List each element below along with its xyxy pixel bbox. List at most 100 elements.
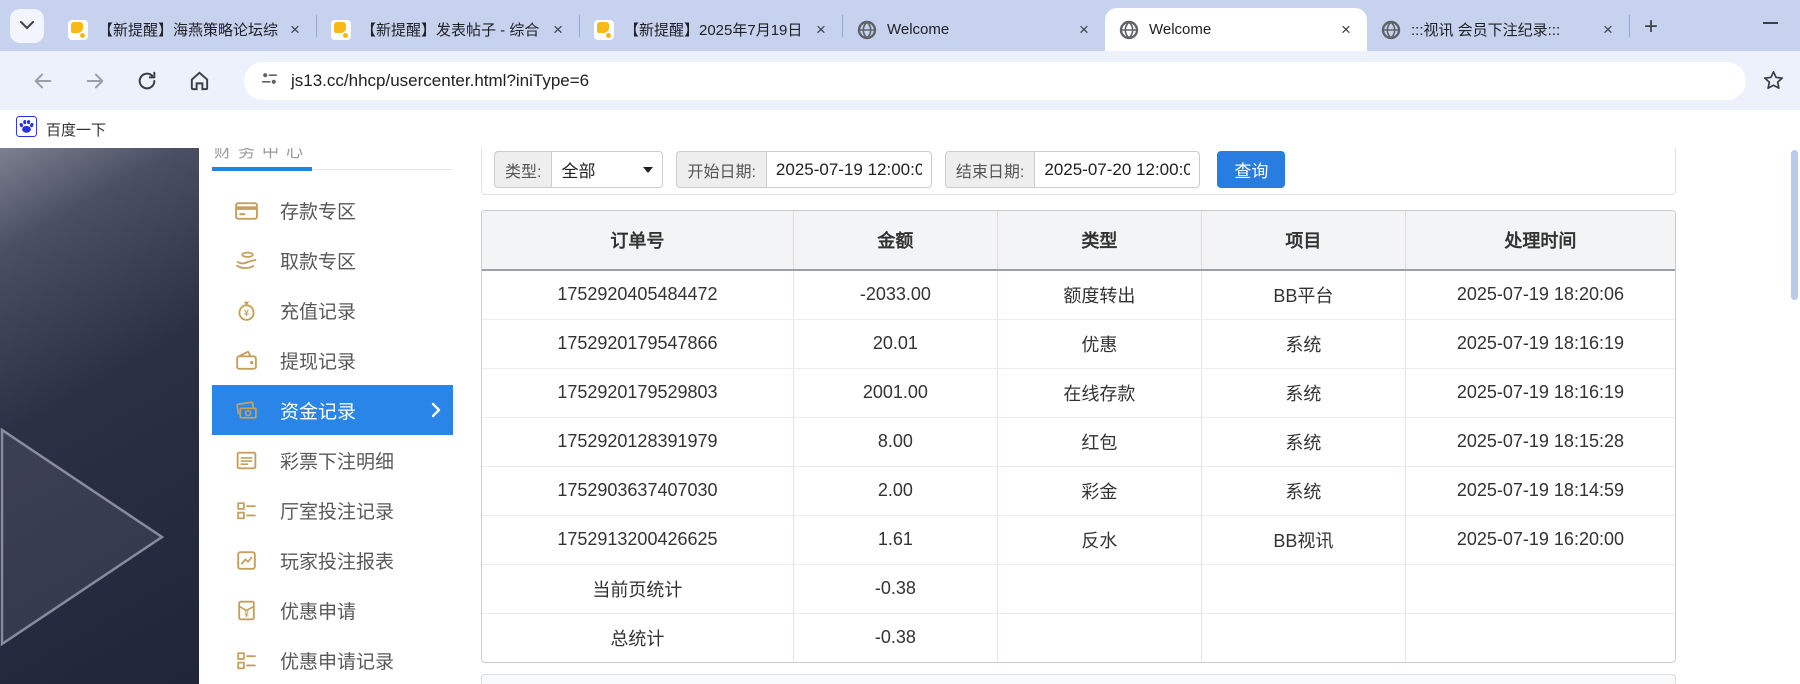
cell-type: 额度转出 bbox=[997, 270, 1201, 319]
table-row: 1752920179529803 2001.00 在线存款 系统 2025-07… bbox=[482, 368, 1675, 417]
close-icon[interactable]: × bbox=[1073, 19, 1095, 41]
svg-text:¥: ¥ bbox=[244, 609, 249, 618]
bookmark-star-icon[interactable] bbox=[1760, 68, 1786, 94]
table-header-row: 订单号 金额 类型 项目 处理时间 bbox=[482, 211, 1675, 270]
cell-time: 2025-07-19 18:16:19 bbox=[1405, 368, 1675, 417]
back-icon[interactable] bbox=[30, 68, 56, 94]
cell-amount: -2033.00 bbox=[793, 270, 997, 319]
cell-time: 2025-07-19 18:16:19 bbox=[1405, 319, 1675, 368]
sidebar-item-lottery-bet-details[interactable]: 彩票下注明细 bbox=[212, 435, 453, 485]
chevron-down-icon bbox=[20, 17, 34, 35]
summary-label: 总统计 bbox=[482, 613, 793, 662]
cell-order-id: 1752920128391979 bbox=[482, 417, 793, 466]
sidebar-item-withdrawal-records[interactable]: 提现记录 bbox=[212, 335, 453, 385]
close-icon[interactable]: × bbox=[1335, 19, 1357, 41]
tab-forum-1[interactable]: 【新提醒】海燕策略论坛综 × bbox=[54, 8, 316, 51]
close-icon[interactable]: × bbox=[1597, 19, 1619, 41]
sidebar-item-label: 资金记录 bbox=[280, 397, 356, 424]
filter-bar: 类型: 全部 开始日期: 结束日期: 查询 bbox=[481, 148, 1676, 195]
globe-icon bbox=[857, 20, 877, 40]
baidu-paw-icon bbox=[16, 116, 37, 142]
funds-table: 订单号 金额 类型 项目 处理时间 1752920405484472 -2033… bbox=[481, 210, 1676, 663]
cell-type: 红包 bbox=[997, 417, 1201, 466]
window-minimize-button[interactable] bbox=[1763, 22, 1778, 24]
tab-forum-2[interactable]: 【新提醒】发表帖子 - 综合 × bbox=[317, 8, 579, 51]
cell-project: BB平台 bbox=[1201, 270, 1405, 319]
user-center-sidebar: 财务中心 存款专区 取款专区 ¥ 充值记录 提现记录 bbox=[199, 148, 455, 684]
cell-time: 2025-07-19 18:15:28 bbox=[1405, 417, 1675, 466]
end-date-input[interactable] bbox=[1034, 151, 1200, 188]
bookmark-baidu[interactable]: 百度一下 bbox=[16, 116, 106, 142]
table-row: 1752920128391979 8.00 红包 系统 2025-07-19 1… bbox=[482, 417, 1675, 466]
triangle-watermark bbox=[0, 426, 175, 651]
cell-order-id: 1752920179547866 bbox=[482, 319, 793, 368]
start-date-input[interactable] bbox=[766, 151, 932, 188]
url-text[interactable]: js13.cc/hhcp/usercenter.html?iniType=6 bbox=[291, 71, 589, 91]
cell-time: 2025-07-19 18:14:59 bbox=[1405, 466, 1675, 515]
page-scrollbar[interactable] bbox=[1791, 150, 1798, 300]
sidebar-item-deposit-zone[interactable]: 存款专区 bbox=[212, 185, 453, 235]
browser-toolbar: js13.cc/hhcp/usercenter.html?iniType=6 bbox=[0, 51, 1800, 110]
sidebar-item-hall-bet-records[interactable]: 厅室投注记录 bbox=[212, 485, 453, 535]
column-header-type: 类型 bbox=[997, 211, 1201, 270]
coupon-icon: ¥ bbox=[234, 598, 259, 623]
address-bar[interactable]: js13.cc/hhcp/usercenter.html?iniType=6 bbox=[244, 62, 1746, 100]
list-squares-icon bbox=[234, 498, 259, 523]
tab-title: Welcome bbox=[1149, 21, 1329, 38]
tab-title: 【新提醒】发表帖子 - 综合 bbox=[361, 19, 541, 40]
document-lines-icon bbox=[234, 448, 259, 473]
sidebar-item-label: 厅室投注记录 bbox=[280, 497, 394, 524]
close-icon[interactable]: × bbox=[284, 19, 306, 41]
tab-divider bbox=[1629, 15, 1630, 37]
cell-order-id: 1752903637407030 bbox=[482, 466, 793, 515]
home-icon[interactable] bbox=[186, 68, 212, 94]
reload-icon[interactable] bbox=[134, 68, 160, 94]
column-header-project: 项目 bbox=[1201, 211, 1405, 270]
close-icon[interactable]: × bbox=[547, 19, 569, 41]
sidebar-item-funds-records[interactable]: 资金记录 bbox=[212, 385, 453, 435]
svg-text:¥: ¥ bbox=[244, 307, 249, 317]
query-button[interactable]: 查询 bbox=[1217, 151, 1285, 188]
forward-icon[interactable] bbox=[82, 68, 108, 94]
tab-title: 【新提醒】2025年7月19日 bbox=[624, 19, 804, 40]
cell-time: 2025-07-19 18:20:06 bbox=[1405, 270, 1675, 319]
tab-welcome-1[interactable]: Welcome × bbox=[843, 8, 1105, 51]
close-icon[interactable]: × bbox=[810, 19, 832, 41]
bookmarks-bar: 百度一下 bbox=[0, 110, 1800, 148]
pagination-box bbox=[481, 674, 1676, 684]
page-content: 财务中心 存款专区 取款专区 ¥ 充值记录 提现记录 bbox=[0, 148, 1800, 684]
cell-order-id: 1752920405484472 bbox=[482, 270, 793, 319]
sidebar-item-label: 玩家投注报表 bbox=[280, 547, 394, 574]
cell-order-id: 1752920179529803 bbox=[482, 368, 793, 417]
chevron-down-icon bbox=[643, 167, 653, 173]
sidebar-item-withdraw-zone[interactable]: 取款专区 bbox=[212, 235, 453, 285]
sidebar-item-label: 充值记录 bbox=[280, 297, 356, 324]
wallet-icon bbox=[234, 348, 259, 373]
globe-icon bbox=[1119, 20, 1139, 40]
sidebar-item-label: 存款专区 bbox=[280, 197, 356, 224]
sidebar-item-recharge-records[interactable]: ¥ 充值记录 bbox=[212, 285, 453, 335]
forum-favicon-icon bbox=[331, 20, 351, 40]
forum-favicon-icon bbox=[594, 20, 614, 40]
sidebar-item-player-bet-report[interactable]: 玩家投注报表 bbox=[212, 535, 453, 585]
table-row: 1752903637407030 2.00 彩金 系统 2025-07-19 1… bbox=[482, 466, 1675, 515]
type-select[interactable]: 全部 bbox=[551, 151, 663, 188]
sidebar-menu: 存款专区 取款专区 ¥ 充值记录 提现记录 资金记录 bbox=[212, 185, 453, 684]
tab-search-button[interactable] bbox=[10, 9, 44, 43]
main-panel: 类型: 全部 开始日期: 结束日期: 查询 订单号 bbox=[455, 148, 1800, 684]
site-info-icon[interactable] bbox=[260, 69, 279, 93]
tab-welcome-2-active[interactable]: Welcome × bbox=[1105, 8, 1367, 51]
table-row: 1752913200426625 1.61 反水 BB视讯 2025-07-19… bbox=[482, 515, 1675, 564]
new-tab-button[interactable]: + bbox=[1644, 17, 1658, 37]
sidebar-item-promo-apply-records[interactable]: 优惠申请记录 bbox=[212, 635, 453, 684]
tab-video-records[interactable]: :::视讯 会员下注纪录::: × bbox=[1367, 8, 1629, 51]
cell-time: 2025-07-19 16:20:00 bbox=[1405, 515, 1675, 564]
sidebar-item-label: 提现记录 bbox=[280, 347, 356, 374]
tab-forum-3[interactable]: 【新提醒】2025年7月19日 × bbox=[580, 8, 842, 51]
summary-amount: -0.38 bbox=[793, 613, 997, 662]
cell-type: 优惠 bbox=[997, 319, 1201, 368]
banknotes-icon bbox=[234, 398, 259, 423]
page-left-decoration bbox=[0, 148, 199, 684]
sidebar-item-promo-apply[interactable]: ¥ 优惠申请 bbox=[212, 585, 453, 635]
cell-amount: 8.00 bbox=[793, 417, 997, 466]
